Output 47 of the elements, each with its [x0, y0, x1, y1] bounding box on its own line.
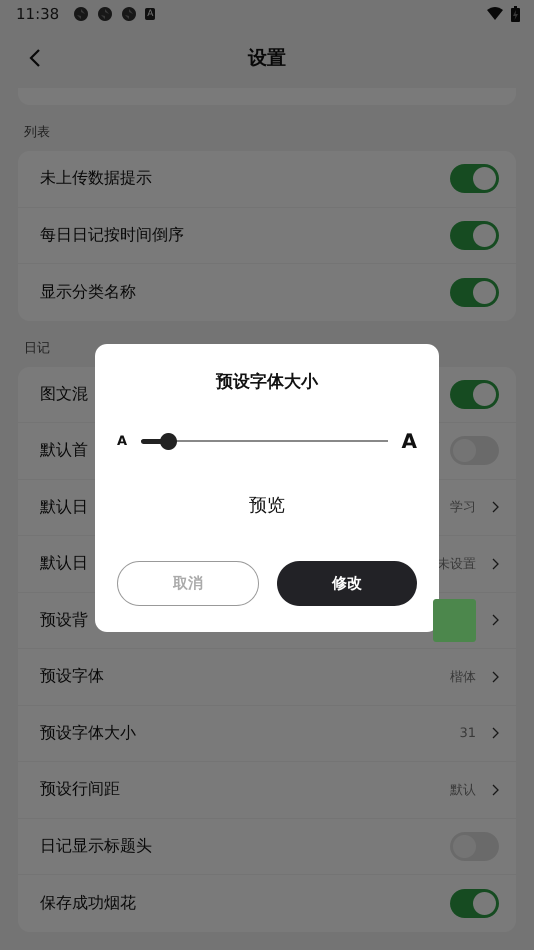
- setting-label: 图文混: [40, 384, 88, 405]
- large-font-label: A: [402, 429, 417, 453]
- color-swatch[interactable]: [433, 598, 476, 642]
- notification-icon: [97, 6, 114, 22]
- setting-label: 未上传数据提示: [40, 168, 152, 190]
- setting-label: 保存成功烟花: [40, 892, 136, 914]
- setting-value: 默认: [450, 782, 476, 799]
- setting-value: 31: [459, 726, 476, 741]
- section-title: 日记: [23, 340, 51, 358]
- font-size-slider[interactable]: [141, 432, 388, 450]
- setting-label: 每日日记按时间倒序: [40, 224, 184, 246]
- slider-thumb[interactable]: [160, 432, 178, 450]
- page-title: 设置: [248, 46, 286, 71]
- setting-label: 预设字体: [40, 666, 104, 688]
- setting-label: 显示分类名称: [40, 282, 136, 303]
- toggle-switch[interactable]: [450, 888, 499, 918]
- chevron-right-icon[interactable]: [492, 558, 499, 570]
- battery-icon: [511, 6, 520, 22]
- back-icon[interactable]: [29, 48, 41, 68]
- wifi-icon: [487, 7, 503, 21]
- notification-icon: [73, 6, 90, 22]
- notification-icon: [121, 6, 138, 22]
- setting-label: 预设行间距: [40, 779, 120, 800]
- setting-value: 楷体: [450, 668, 476, 686]
- notification-badge: A: [145, 8, 156, 20]
- dialog-title: 预设字体大小: [214, 371, 320, 393]
- chevron-right-icon[interactable]: [492, 670, 499, 683]
- toggle-switch[interactable]: [450, 278, 499, 307]
- chevron-right-icon[interactable]: [492, 501, 499, 514]
- chevron-right-icon[interactable]: [492, 727, 499, 740]
- chevron-right-icon[interactable]: [492, 614, 499, 626]
- toggle-switch[interactable]: [450, 164, 499, 194]
- small-font-label: A: [117, 434, 128, 448]
- setting-label: 预设字体大小: [40, 722, 136, 744]
- chevron-right-icon[interactable]: [492, 784, 499, 796]
- toggle-switch[interactable]: [450, 220, 499, 250]
- confirm-button[interactable]: 修改: [277, 561, 417, 606]
- setting-label: 日记显示标题头: [40, 836, 152, 857]
- setting-value: 学习: [450, 499, 476, 516]
- setting-label: 默认首: [40, 440, 88, 462]
- preview-text: 预览: [248, 494, 286, 517]
- status-time: 11:38: [16, 5, 60, 23]
- section-title: 列表: [23, 124, 51, 142]
- setting-label: 默认日: [40, 553, 88, 574]
- toggle-switch[interactable]: [450, 380, 499, 409]
- setting-label: 默认日: [40, 496, 88, 518]
- setting-label: 预设背: [40, 610, 88, 631]
